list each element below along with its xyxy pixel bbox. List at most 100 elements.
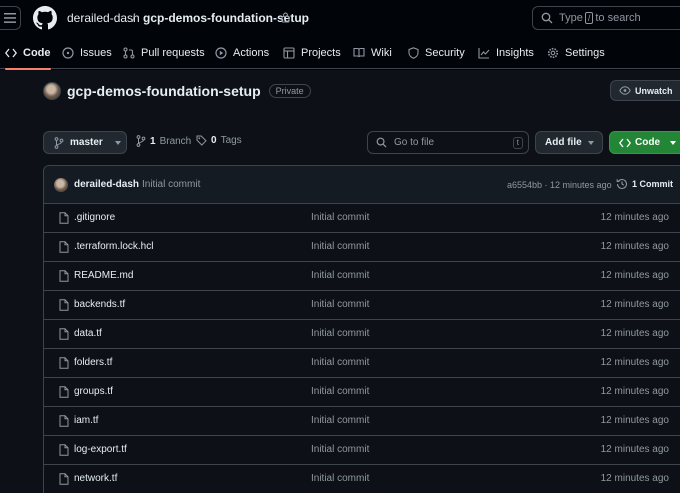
- chevron-down-icon: [587, 140, 594, 145]
- search-shortcut-key: /: [584, 12, 594, 24]
- table-row[interactable]: backends.tf Initial commit 12 minutes ag…: [44, 291, 680, 320]
- commit-author[interactable]: derailed-dash: [74, 179, 139, 190]
- file-commit-message[interactable]: Initial commit: [311, 270, 369, 281]
- table-row[interactable]: data.tf Initial commit 12 minutes ago: [44, 320, 680, 349]
- avatar[interactable]: [43, 82, 61, 100]
- repo-name[interactable]: gcp-demos-foundation-setup: [67, 83, 261, 99]
- play-icon: [215, 46, 227, 59]
- file-commit-message[interactable]: Initial commit: [311, 415, 369, 426]
- table-row[interactable]: .terraform.lock.hcl Initial commit 12 mi…: [44, 233, 680, 262]
- commits-link[interactable]: 1 Commit: [616, 178, 673, 190]
- code-icon: [5, 48, 17, 57]
- hamburger-icon: [4, 13, 16, 23]
- menu-button[interactable]: [0, 6, 21, 30]
- tab-wiki[interactable]: Wiki: [353, 36, 392, 69]
- eye-icon: [619, 86, 631, 95]
- file-commit-time: 12 minutes ago: [600, 386, 669, 397]
- commit-meta[interactable]: a6554bb · 12 minutes ago: [507, 180, 612, 190]
- file-name[interactable]: folders.tf: [74, 357, 112, 368]
- tab-projects[interactable]: Projects: [283, 36, 341, 69]
- branch-count: 1: [150, 135, 156, 147]
- file-commit-message[interactable]: Initial commit: [311, 357, 369, 368]
- file-commit-message[interactable]: Initial commit: [311, 328, 369, 339]
- file-commit-message[interactable]: Initial commit: [311, 473, 369, 484]
- file-name[interactable]: log-export.tf: [74, 444, 127, 455]
- tab-insights[interactable]: Insights: [478, 36, 534, 69]
- breadcrumb-owner[interactable]: derailed-dash: [67, 11, 140, 25]
- file-name[interactable]: README.md: [74, 270, 133, 281]
- tab-label: Insights: [496, 46, 534, 59]
- table-row[interactable]: folders.tf Initial commit 12 minutes ago: [44, 349, 680, 378]
- file-commit-message[interactable]: Initial commit: [311, 212, 369, 223]
- file-name[interactable]: .gitignore: [74, 212, 115, 223]
- repo-title: gcp-demos-foundation-setup Private: [43, 82, 311, 100]
- file-commit-message[interactable]: Initial commit: [311, 444, 369, 455]
- github-logo-icon[interactable]: [33, 6, 57, 30]
- tab-issues[interactable]: Issues: [62, 36, 112, 69]
- code-button-label: Code: [635, 137, 660, 148]
- file-commit-message[interactable]: Initial commit: [311, 241, 369, 252]
- global-header: derailed-dash / gcp-demos-foundation-set…: [0, 0, 680, 36]
- breadcrumb-separator: /: [132, 11, 136, 25]
- commit-message[interactable]: Initial commit: [142, 179, 200, 190]
- branch-selector[interactable]: master: [43, 131, 127, 154]
- file-commit-time: 12 minutes ago: [600, 212, 669, 223]
- chevron-down-icon: [114, 140, 121, 145]
- file-icon: [59, 212, 69, 224]
- search-prefix: Type: [559, 12, 583, 24]
- tab-security[interactable]: Security: [408, 36, 465, 69]
- repo-nav-tabs: Code Issues Pull requests Actions Projec…: [0, 36, 680, 70]
- table-icon: [283, 46, 295, 59]
- unwatch-label: Unwatch: [635, 85, 673, 96]
- file-name[interactable]: iam.tf: [74, 415, 98, 426]
- file-commit-message[interactable]: Initial commit: [311, 386, 369, 397]
- file-icon: [59, 415, 69, 427]
- tags-link[interactable]: 0 Tags: [196, 135, 242, 146]
- issue-icon: [62, 46, 74, 59]
- tab-label: Settings: [565, 46, 605, 59]
- tab-label: Code: [23, 46, 51, 59]
- chevron-down-icon: [670, 140, 676, 145]
- visibility-badge: Private: [268, 84, 311, 98]
- book-icon: [353, 47, 365, 58]
- file-icon: [59, 299, 69, 311]
- file-commit-time: 12 minutes ago: [600, 473, 669, 484]
- file-name[interactable]: network.tf: [74, 473, 117, 484]
- file-icon: [59, 444, 69, 456]
- search-icon: [376, 137, 387, 148]
- lock-icon: [281, 12, 290, 23]
- add-file-button[interactable]: Add file: [535, 131, 603, 154]
- file-name[interactable]: data.tf: [74, 328, 102, 339]
- avatar[interactable]: [54, 178, 68, 192]
- branch-icon: [54, 136, 64, 149]
- code-button[interactable]: Code: [609, 131, 680, 154]
- file-name[interactable]: .terraform.lock.hcl: [74, 241, 153, 252]
- table-row[interactable]: .gitignore Initial commit 12 minutes ago: [44, 204, 680, 233]
- branches-link[interactable]: 1 Branch: [136, 135, 191, 147]
- file-name[interactable]: backends.tf: [74, 299, 125, 310]
- code-icon: [619, 138, 631, 147]
- graph-icon: [478, 47, 490, 59]
- tab-pull-requests[interactable]: Pull requests: [123, 36, 205, 69]
- table-row[interactable]: groups.tf Initial commit 12 minutes ago: [44, 378, 680, 407]
- tab-label: Pull requests: [141, 46, 205, 59]
- go-to-file-input[interactable]: Go to file t: [367, 131, 529, 154]
- file-icon: [59, 270, 69, 282]
- file-commit-message[interactable]: Initial commit: [311, 299, 369, 310]
- pull-request-icon: [123, 46, 135, 59]
- table-row[interactable]: network.tf Initial commit 12 minutes ago: [44, 465, 680, 493]
- tab-code[interactable]: Code: [5, 36, 51, 70]
- tab-settings[interactable]: Settings: [547, 36, 605, 69]
- table-row[interactable]: README.md Initial commit 12 minutes ago: [44, 262, 680, 291]
- tag-count: 0: [211, 135, 217, 146]
- tab-label: Wiki: [371, 46, 392, 59]
- file-table: derailed-dash Initial commit a6554bb · 1…: [43, 165, 680, 493]
- tab-actions[interactable]: Actions: [215, 36, 269, 69]
- table-row[interactable]: log-export.tf Initial commit 12 minutes …: [44, 436, 680, 465]
- file-icon: [59, 386, 69, 398]
- tab-label: Projects: [301, 46, 341, 59]
- file-name[interactable]: groups.tf: [74, 386, 113, 397]
- unwatch-button[interactable]: Unwatch 1: [610, 80, 680, 101]
- global-search[interactable]: Type / to search: [532, 6, 680, 30]
- table-row[interactable]: iam.tf Initial commit 12 minutes ago: [44, 407, 680, 436]
